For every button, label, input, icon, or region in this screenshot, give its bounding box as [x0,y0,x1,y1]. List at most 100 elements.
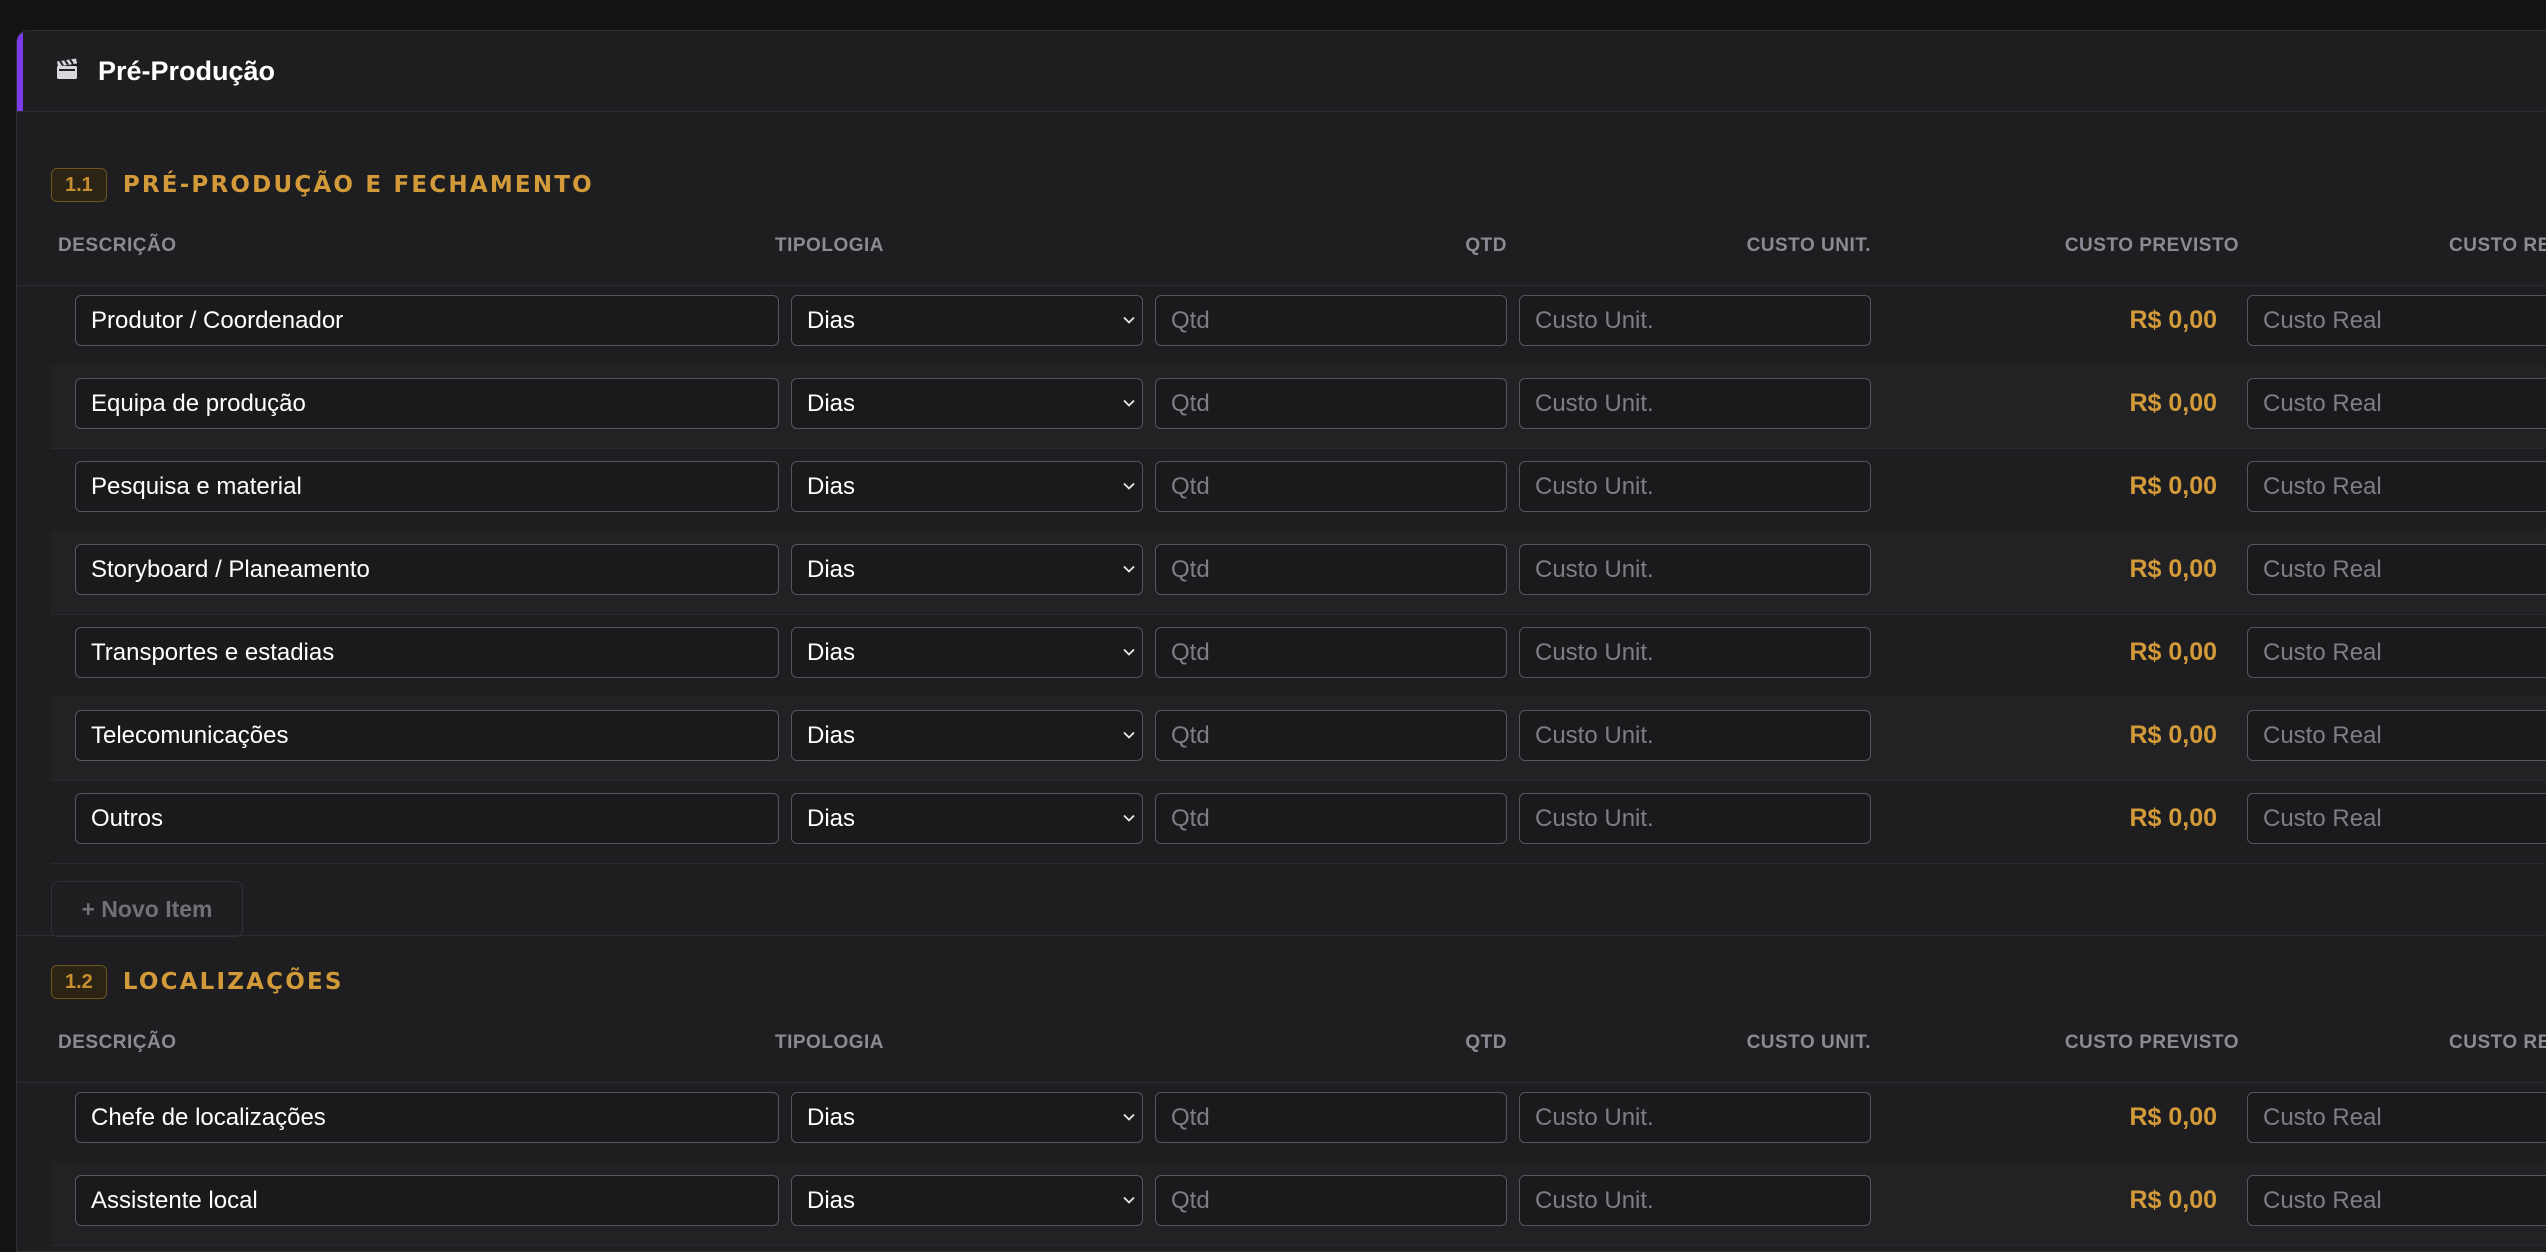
descricao-input[interactable]: Outros [75,793,779,844]
custo-previsto-value: R$ 0,00 [2129,389,2217,417]
custo-unit-input[interactable]: Custo Unit. [1519,461,1871,512]
table-row: Equipa de produção Dias Qtd Custo Unit. R$ 0… [51,365,2546,449]
custo-real-input[interactable]: Custo Real [2247,1092,2546,1143]
col-custo-previsto: CUSTO PREVISTO [2064,235,2239,256]
custo-previsto-value: R$ 0,00 [2129,306,2217,334]
custo-unit-input[interactable]: Custo Unit. [1519,544,1871,595]
section-header: 1.1 PRÉ-PRODUÇÃO E FECHAMENTO [51,167,594,203]
custo-previsto-value: R$ 0,00 [2129,721,2217,749]
custo-real-input[interactable]: Custo Real [2247,627,2546,678]
descricao-input[interactable]: Produtor / Coordenador [75,295,779,346]
table-row: Chefe de localizações Dias Qtd Custo Unit. R… [51,1079,2546,1163]
qtd-input[interactable]: Qtd [1155,1092,1507,1143]
descricao-input[interactable]: Equipa de produção [75,378,779,429]
panel-header[interactable]: Pré-Produção [17,31,2546,112]
panel-title: Pré-Produção [98,56,276,86]
qtd-input[interactable]: Qtd [1155,544,1507,595]
section-badge: 1.2 [51,965,107,999]
custo-previsto-value: R$ 0,00 [2129,555,2217,583]
col-qtd: QTD [1465,235,1507,256]
chevron-down-icon [1123,1113,1135,1121]
custo-real-input[interactable]: Custo Real [2247,544,2546,595]
table-row: Transportes e estadias Dias Qtd Custo Unit.… [51,614,2546,698]
tipologia-value: Dias [807,390,856,417]
tipologia-value: Dias [807,722,856,749]
descricao-input[interactable]: Transportes e estadias [75,627,779,678]
custo-real-input[interactable]: Custo Real [2247,378,2546,429]
tipologia-value: Dias [807,805,856,832]
col-tipologia: TIPOLOGIA [775,235,884,256]
tipologia-value: Dias [807,556,856,583]
tipologia-value: Dias [807,307,856,334]
col-custo-unit: CUSTO UNIT. [1746,235,1871,256]
custo-unit-input[interactable]: Custo Unit. [1519,1175,1871,1226]
custo-previsto-value: R$ 0,00 [2129,1186,2217,1214]
custo-unit-input[interactable]: Custo Unit. [1519,710,1871,761]
tipologia-value: Dias [807,473,856,500]
custo-real-input[interactable]: Custo Real [2247,710,2546,761]
tipologia-select[interactable]: Dias [791,1175,1143,1226]
custo-previsto-value: R$ 0,00 [2129,804,2217,832]
col-custo-previsto: CUSTO PREVISTO [2064,1032,2239,1053]
qtd-input[interactable]: Qtd [1155,627,1507,678]
custo-previsto-value: R$ 0,00 [2129,472,2217,500]
descricao-input[interactable]: Telecomunicações [75,710,779,761]
chevron-down-icon [1123,399,1135,407]
qtd-input[interactable]: Qtd [1155,378,1507,429]
col-descricao: DESCRIÇÃO [58,1032,177,1053]
table-row: Assistente local Dias Qtd Custo Unit. R$ 0,0… [51,1162,2546,1246]
pre-producao-panel: Pré-Produção 1.1 PRÉ-PRODUÇÃO E FECHAMEN… [16,30,2546,1252]
table-header: DESCRIÇÃO TIPOLOGIA QTD CUSTO UNIT. CUST… [17,235,2546,286]
clapperboard-icon [57,58,77,79]
tipologia-value: Dias [807,1104,856,1131]
qtd-input[interactable]: Qtd [1155,793,1507,844]
qtd-input[interactable]: Qtd [1155,710,1507,761]
new-item-button[interactable]: + Novo Item [51,881,243,937]
tipologia-select[interactable]: Dias [791,1092,1143,1143]
table-row: Produtor / Coordenador Dias Qtd Custo Unit.… [51,282,2546,366]
tipologia-select[interactable]: Dias [791,295,1143,346]
tipologia-select[interactable]: Dias [791,710,1143,761]
tipologia-value: Dias [807,1187,856,1214]
chevron-down-icon [1123,316,1135,324]
descricao-input[interactable]: Storyboard / Planeamento [75,544,779,595]
tipologia-select[interactable]: Dias [791,793,1143,844]
table-row: Storyboard / Planeamento Dias Qtd Custo Uni… [51,531,2546,615]
custo-unit-input[interactable]: Custo Unit. [1519,295,1871,346]
custo-real-input[interactable]: Custo Real [2247,295,2546,346]
custo-real-input[interactable]: Custo Real [2247,461,2546,512]
section-localizacoes: 1.2 LOCALIZAÇÕES DESCRIÇÃO TIPOLOGIA QTD… [17,935,2546,1246]
section-badge: 1.1 [51,168,107,202]
table-row: Pesquisa e material Dias Qtd Custo Unit. R$ … [51,448,2546,532]
table-row: Outros Dias Qtd Custo Unit. R$ 0,00 Custo Rea… [51,780,2546,864]
custo-real-input[interactable]: Custo Real [2247,1175,2546,1226]
descricao-input[interactable]: Pesquisa e material [75,461,779,512]
tipologia-value: Dias [807,639,856,666]
chevron-down-icon [1123,731,1135,739]
custo-unit-input[interactable]: Custo Unit. [1519,627,1871,678]
table-row: Telecomunicações Dias Qtd Custo Unit. R$ 0,0… [51,697,2546,781]
qtd-input[interactable]: Qtd [1155,295,1507,346]
col-custo-real: CUSTO RE [2449,1032,2546,1053]
section-title: LOCALIZAÇÕES [122,969,344,995]
qtd-input[interactable]: Qtd [1155,461,1507,512]
custo-unit-input[interactable]: Custo Unit. [1519,1092,1871,1143]
descricao-input[interactable]: Assistente local [75,1175,779,1226]
section-header: 1.2 LOCALIZAÇÕES [51,964,344,1000]
custo-real-input[interactable]: Custo Real [2247,793,2546,844]
chevron-down-icon [1123,1196,1135,1204]
chevron-down-icon [1123,565,1135,573]
qtd-input[interactable]: Qtd [1155,1175,1507,1226]
custo-unit-input[interactable]: Custo Unit. [1519,378,1871,429]
col-descricao: DESCRIÇÃO [58,235,177,256]
tipologia-select[interactable]: Dias [791,378,1143,429]
col-custo-real: CUSTO RE [2449,235,2546,256]
descricao-input[interactable]: Chefe de localizações [75,1092,779,1143]
chevron-down-icon [1123,648,1135,656]
tipologia-select[interactable]: Dias [791,461,1143,512]
tipologia-select[interactable]: Dias [791,544,1143,595]
custo-unit-input[interactable]: Custo Unit. [1519,793,1871,844]
custo-previsto-value: R$ 0,00 [2129,1103,2217,1131]
tipologia-select[interactable]: Dias [791,627,1143,678]
col-custo-unit: CUSTO UNIT. [1746,1032,1871,1053]
